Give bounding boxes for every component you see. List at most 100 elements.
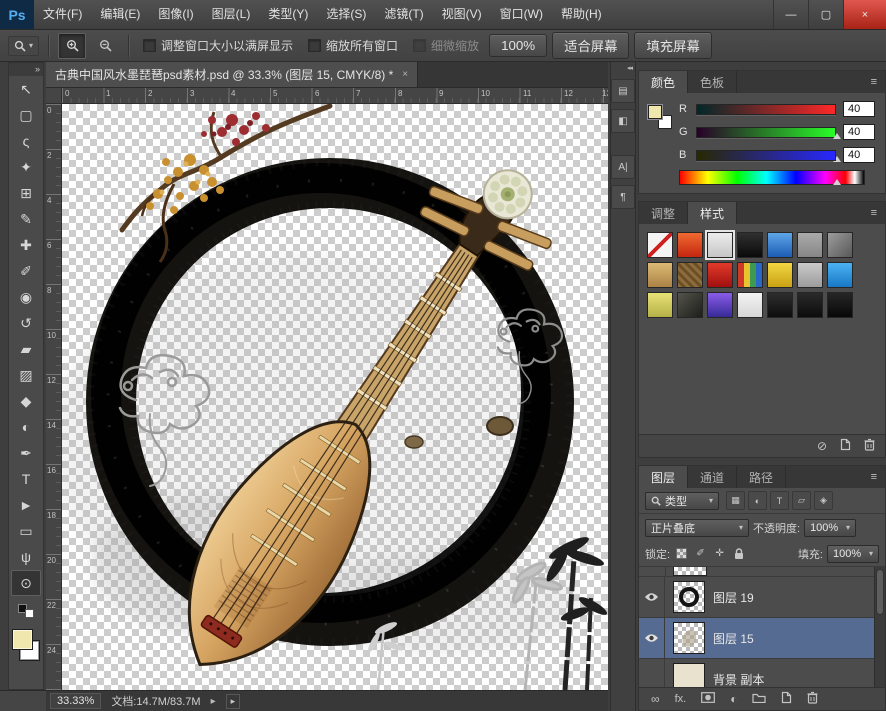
tab-swatches[interactable]: 色板	[688, 71, 737, 93]
tab-styles[interactable]: 样式	[688, 202, 737, 224]
document-tab[interactable]: 古典中国风水墨琵琶psd素材.psd @ 33.3% (图层 15, CMYK/…	[46, 62, 418, 87]
lock-transparent-pixels-icon[interactable]	[674, 546, 689, 561]
green-slider[interactable]	[696, 127, 836, 138]
fit-screen-button[interactable]: 适合屏幕	[552, 32, 629, 59]
style-swatch[interactable]	[737, 292, 763, 318]
red-value-field[interactable]: 40	[843, 101, 875, 117]
fill-dropdown[interactable]: 100% ▾	[827, 545, 879, 563]
foreground-background-widget[interactable]	[648, 105, 672, 129]
zoom-tool[interactable]: ⊙	[11, 570, 41, 596]
style-swatch[interactable]	[647, 262, 673, 288]
menu-file[interactable]: 文件(F)	[34, 0, 91, 29]
tab-paths[interactable]: 路径	[737, 466, 786, 488]
style-swatch[interactable]	[797, 232, 823, 258]
maximize-button[interactable]: ▢	[808, 0, 843, 29]
style-swatch[interactable]	[767, 262, 793, 288]
add-layer-mask-icon[interactable]	[701, 692, 715, 706]
style-swatch[interactable]	[707, 262, 733, 288]
pen-tool[interactable]: ✒	[11, 440, 41, 466]
style-swatch[interactable]	[707, 292, 733, 318]
layers-scrollbar[interactable]	[874, 567, 885, 687]
filter-pixel-layers-icon[interactable]: ▦	[726, 491, 745, 510]
menu-filter[interactable]: 滤镜(T)	[375, 0, 432, 29]
new-style-icon[interactable]	[840, 438, 851, 454]
styles-panel-menu-icon[interactable]: ≡	[863, 202, 885, 224]
layer-thumbnail[interactable]	[673, 663, 705, 687]
minimize-button[interactable]: —	[773, 0, 808, 29]
delete-style-icon[interactable]	[864, 438, 875, 454]
new-group-icon[interactable]	[752, 692, 766, 706]
hand-tool[interactable]: ψ	[11, 544, 41, 570]
layer-effects-icon[interactable]: fx.	[675, 693, 687, 705]
style-swatch[interactable]	[827, 262, 853, 288]
paragraph-panel-icon[interactable]: ¶	[611, 185, 635, 209]
eraser-tool[interactable]: ▰	[11, 336, 41, 362]
brush-tool[interactable]: ✐	[11, 258, 41, 284]
resize-windows-checkbox[interactable]	[143, 39, 156, 52]
style-swatch[interactable]	[767, 232, 793, 258]
lock-image-pixels-icon[interactable]: ✐	[693, 546, 708, 561]
filter-shape-layers-icon[interactable]: ▱	[792, 491, 811, 510]
zoom-in-button[interactable]	[58, 33, 86, 59]
menu-view[interactable]: 视图(V)	[433, 0, 491, 29]
blue-slider-thumb[interactable]	[833, 133, 841, 139]
menu-edit[interactable]: 编辑(E)	[91, 0, 149, 29]
dodge-tool[interactable]: ◐	[11, 414, 41, 440]
blur-tool[interactable]: ◆	[11, 388, 41, 414]
color-panel-menu-icon[interactable]: ≡	[863, 71, 885, 93]
path-selection-tool[interactable]: ►	[11, 492, 41, 518]
delete-layer-icon[interactable]	[807, 691, 818, 707]
layer-name[interactable]: 图层 19	[713, 589, 754, 606]
move-tool[interactable]: ↖	[11, 76, 41, 102]
tab-layers[interactable]: 图层	[639, 466, 688, 488]
character-panel-icon[interactable]: A|	[611, 155, 635, 179]
red-slider[interactable]	[696, 104, 836, 115]
shape-tool[interactable]: ▭	[11, 518, 41, 544]
blue-slider[interactable]	[696, 150, 836, 161]
style-swatch[interactable]	[647, 232, 673, 258]
tool-preset-dropdown[interactable]: ▾	[8, 36, 39, 56]
marquee-tool[interactable]: ▢	[11, 102, 41, 128]
style-swatch[interactable]	[797, 262, 823, 288]
style-swatch[interactable]	[737, 232, 763, 258]
healing-brush-tool[interactable]: ✚	[11, 232, 41, 258]
quick-selection-tool[interactable]: ✦	[11, 154, 41, 180]
type-tool[interactable]: T	[11, 466, 41, 492]
default-colors-button[interactable]	[18, 604, 34, 618]
style-swatch[interactable]	[677, 232, 703, 258]
style-swatch[interactable]	[767, 292, 793, 318]
opacity-dropdown[interactable]: 100% ▾	[804, 519, 856, 537]
clear-style-icon[interactable]: ⊘	[817, 439, 827, 453]
visibility-toggle[interactable]	[639, 618, 665, 658]
tab-channels[interactable]: 通道	[688, 466, 737, 488]
filter-adjustment-layers-icon[interactable]: ◐	[748, 491, 767, 510]
layer-row-19[interactable]: 图层 19	[639, 577, 885, 618]
lock-position-icon[interactable]: ✛	[712, 546, 727, 561]
zoom-level-field[interactable]: 33.33%	[50, 693, 101, 709]
zoom-out-button[interactable]	[91, 33, 119, 59]
actual-pixels-button[interactable]: 100%	[489, 34, 547, 57]
status-arrow-icon[interactable]: ▸	[211, 696, 216, 707]
histogram-panel-icon[interactable]: ▤	[611, 79, 635, 103]
new-layer-icon[interactable]	[781, 691, 792, 707]
style-swatch[interactable]	[647, 292, 673, 318]
lock-all-icon[interactable]	[731, 546, 746, 561]
zoom-all-windows-checkbox[interactable]	[308, 39, 321, 52]
foreground-color-swatch[interactable]	[12, 629, 33, 650]
tab-adjustments[interactable]: 调整	[639, 202, 688, 224]
filter-type-layers-icon[interactable]: T	[770, 491, 789, 510]
blend-mode-dropdown[interactable]: 正片叠底 ▾	[645, 519, 749, 537]
menu-type[interactable]: 类型(Y)	[259, 0, 317, 29]
link-layers-icon[interactable]: ∞	[651, 692, 660, 706]
clone-stamp-tool[interactable]: ◉	[11, 284, 41, 310]
style-swatch[interactable]	[797, 292, 823, 318]
layer-filter-kind-dropdown[interactable]: 类型 ▾	[645, 492, 719, 510]
lasso-tool[interactable]: ς	[11, 128, 41, 154]
blue-value-field[interactable]: 40	[843, 147, 875, 163]
eyedropper-tool[interactable]: ✎	[11, 206, 41, 232]
menu-layer[interactable]: 图层(L)	[203, 0, 260, 29]
layers-panel-menu-icon[interactable]: ≡	[863, 466, 885, 488]
style-swatch-selected[interactable]	[707, 232, 733, 258]
crop-tool[interactable]: ⊞	[11, 180, 41, 206]
gradient-tool[interactable]: ▨	[11, 362, 41, 388]
